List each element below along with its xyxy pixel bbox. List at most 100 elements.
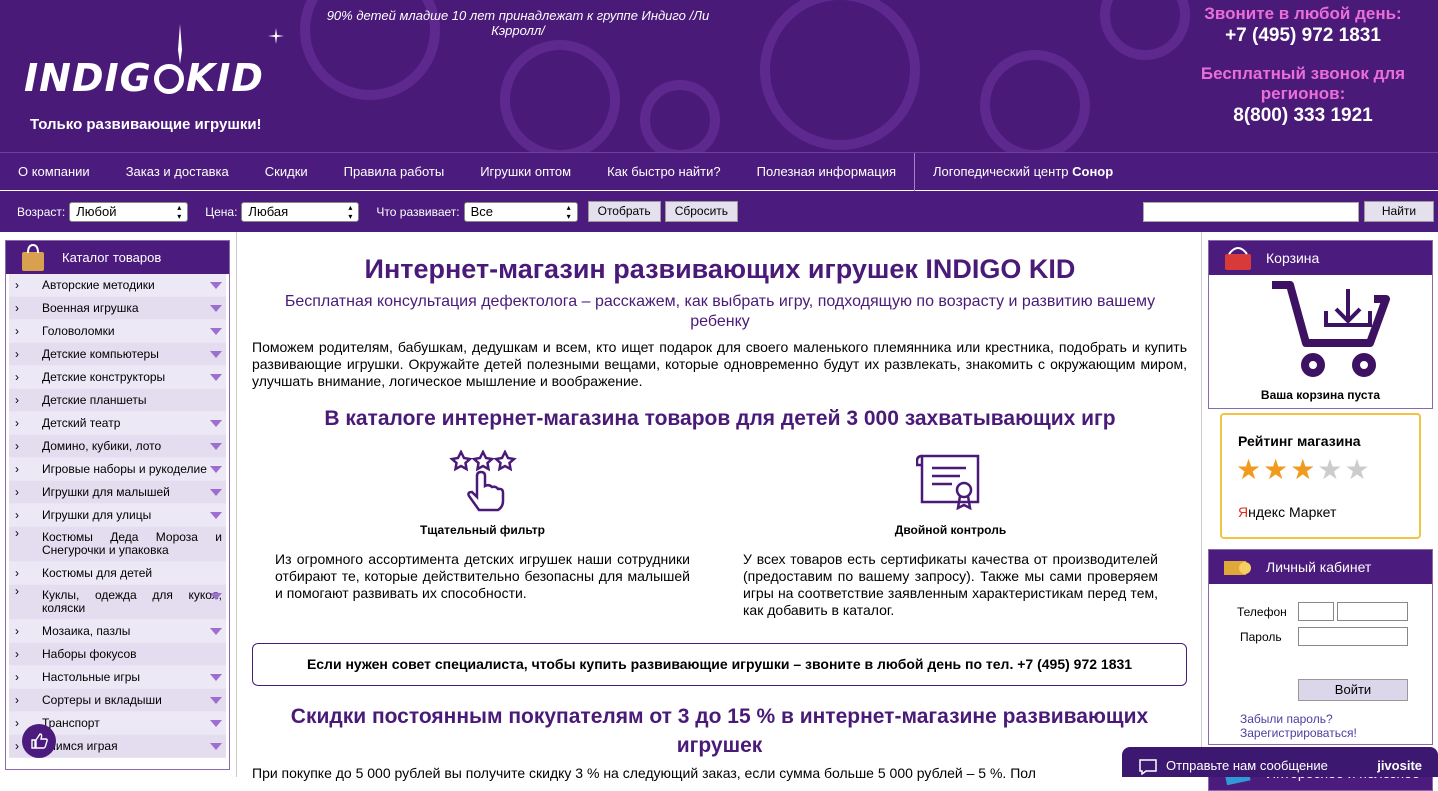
search-button[interactable]: Найти (1364, 201, 1434, 222)
expand-arrow-icon[interactable] (210, 420, 222, 427)
catalog-item-label: Игрушки для малышей (42, 485, 170, 499)
catalog-item[interactable]: Игрушки для малышей (9, 481, 226, 504)
catalog-item[interactable]: Наборы фокусов (9, 643, 226, 666)
logo-ring-icon (153, 64, 184, 94)
speech-center-name: Сонор (1072, 163, 1114, 179)
cart-header: Корзина (1209, 241, 1432, 275)
catalog-item-label: Костюмы для детей (42, 566, 153, 580)
expand-arrow-icon[interactable] (210, 593, 222, 600)
header-decor (980, 50, 1090, 152)
catalog-item[interactable]: Авторские методики (9, 274, 226, 297)
nav-item-delivery[interactable]: Заказ и доставка (108, 153, 247, 191)
catalog-item[interactable]: Костюмы Деда Мороза и Снегурочки и упако… (9, 527, 226, 562)
login-button[interactable]: Войти (1298, 679, 1408, 701)
expand-arrow-icon[interactable] (210, 743, 222, 750)
price-label: Цена: (205, 204, 238, 219)
nav-item-how-to-find[interactable]: Как быстро найти? (589, 153, 739, 191)
star-icon: ★ (1290, 454, 1318, 485)
main-phone[interactable]: +7 (495) 972 1831 (1190, 24, 1416, 48)
rating-title: Рейтинг магазина (1238, 433, 1361, 449)
catalog-item[interactable]: Детские планшеты (9, 389, 226, 412)
advice-banner[interactable]: Если нужен совет специалиста, чтобы купи… (252, 643, 1187, 686)
sparkle-icon (178, 24, 182, 64)
price-select[interactable]: Любая (241, 201, 360, 222)
expand-arrow-icon[interactable] (210, 328, 222, 335)
header-decor (640, 80, 720, 152)
expand-arrow-icon[interactable] (210, 466, 222, 473)
rating-widget[interactable]: Рейтинг магазина ★★★★★ Яндекс Маркет (1220, 413, 1421, 539)
apply-filter-button[interactable]: Отобрать (587, 201, 661, 222)
nav-item-speech-center[interactable]: Логопедический центр Сонор (914, 152, 1131, 191)
chat-widget[interactable]: Отправьте нам сообщение jivosite (1122, 747, 1438, 777)
develops-select[interactable]: Все (463, 201, 578, 222)
like-button[interactable] (22, 724, 56, 758)
nav-item-rules[interactable]: Правила работы (326, 153, 463, 191)
key-icon (1224, 561, 1251, 575)
catalog-title: Каталог товаров (62, 250, 162, 265)
star-icon: ★ (1236, 454, 1264, 485)
nav-item-useful-info[interactable]: Полезная информация (739, 153, 914, 191)
yandex-logo-y: Я (1238, 504, 1249, 520)
chat-label: Отправьте нам сообщение (1166, 758, 1328, 773)
phone-code-input[interactable] (1298, 602, 1334, 621)
password-input[interactable] (1298, 627, 1408, 646)
catalog-item-label: Куклы, одежда для кукол, коляски (42, 588, 222, 615)
register-link[interactable]: Зарегистрироваться! (1240, 726, 1357, 740)
expand-arrow-icon[interactable] (210, 305, 222, 312)
expand-arrow-icon[interactable] (210, 697, 222, 704)
catalog-item-label: Детские планшеты (42, 393, 147, 407)
rating-stars: ★★★★★ (1236, 453, 1372, 486)
main-content: Интернет-магазин развивающих игрушек IND… (236, 232, 1202, 781)
nav-item-discounts[interactable]: Скидки (247, 153, 326, 191)
header-contacts: Звоните в любой день: +7 (495) 972 1831 … (1190, 4, 1416, 128)
expand-arrow-icon[interactable] (210, 720, 222, 727)
catalog-item[interactable]: Сортеры и вкладыши (9, 689, 226, 712)
star-icon: ★ (1344, 454, 1372, 485)
cart-widget[interactable]: Корзина Ваша корзина пуста (1208, 240, 1433, 409)
nav-item-wholesale[interactable]: Игрушки оптом (462, 153, 589, 191)
logo-text-right: KID (185, 56, 264, 100)
catalog-item-label: Головоломки (42, 324, 115, 338)
catalog-item[interactable]: Костюмы для детей (9, 562, 226, 585)
catalog-item[interactable]: Детский театр (9, 412, 226, 435)
nav-item-about[interactable]: О компании (0, 153, 108, 191)
expand-arrow-icon[interactable] (210, 374, 222, 381)
catalog-item[interactable]: Головоломки (9, 320, 226, 343)
catalog-item[interactable]: Куклы, одежда для кукол, коляски (9, 585, 226, 620)
expand-arrow-icon[interactable] (210, 351, 222, 358)
catalog-item[interactable]: Игрушки для улицы (9, 504, 226, 527)
age-select[interactable]: Любой (69, 201, 189, 222)
expand-arrow-icon[interactable] (210, 674, 222, 681)
catalog-item[interactable]: Детские компьютеры (9, 343, 226, 366)
site-header: INDIG KID Только развивающие игрушки! 90%… (0, 0, 1438, 152)
catalog-item[interactable]: Игровые наборы и рукоделие (9, 458, 226, 481)
catalog-item[interactable]: Военная игрушка (9, 297, 226, 320)
jivosite-brand: jivosite (1377, 758, 1422, 773)
catalog-item[interactable]: Домино, кубики, лото (9, 435, 226, 458)
expand-arrow-icon[interactable] (210, 443, 222, 450)
hand-stars-icon (448, 449, 517, 512)
catalog-list: Авторские методики Военная игрушка Головол… (6, 274, 229, 758)
reset-filter-button[interactable]: Сбросить (664, 201, 739, 222)
catalog-item[interactable]: Мозаика, пазлы (9, 620, 226, 643)
free-phone[interactable]: 8(800) 333 1921 (1190, 104, 1416, 128)
forgot-password-link[interactable]: Забыли пароль? (1240, 712, 1333, 726)
discount-text: При покупке до 5 000 рублей вы получите … (252, 765, 1036, 781)
phone-number-input[interactable] (1337, 602, 1408, 621)
main-nav: О компании Заказ и доставка Скидки Прави… (0, 152, 1438, 191)
catalog-item-label: Игровые наборы и рукоделие (42, 462, 207, 476)
catalog-item-label: Настольные игры (42, 670, 141, 684)
expand-arrow-icon[interactable] (210, 489, 222, 496)
site-slogan: Только развивающие игрушки! (30, 116, 262, 133)
search-input[interactable] (1143, 202, 1359, 222)
expand-arrow-icon[interactable] (210, 628, 222, 635)
catalog-header: Каталог товаров (6, 241, 229, 274)
expand-arrow-icon[interactable] (210, 282, 222, 289)
site-logo[interactable]: INDIG KID (24, 56, 264, 100)
catalog-item[interactable]: Детские конструкторы (9, 366, 226, 389)
expand-arrow-icon[interactable] (210, 512, 222, 519)
catalog-item[interactable]: Настольные игры (9, 666, 226, 689)
catalog-item-label: Сортеры и вкладыши (42, 693, 162, 707)
header-quote: 90% детей младше 10 лет принадлежат к гр… (326, 8, 710, 38)
catalog-item-label: Детские конструкторы (42, 370, 166, 384)
